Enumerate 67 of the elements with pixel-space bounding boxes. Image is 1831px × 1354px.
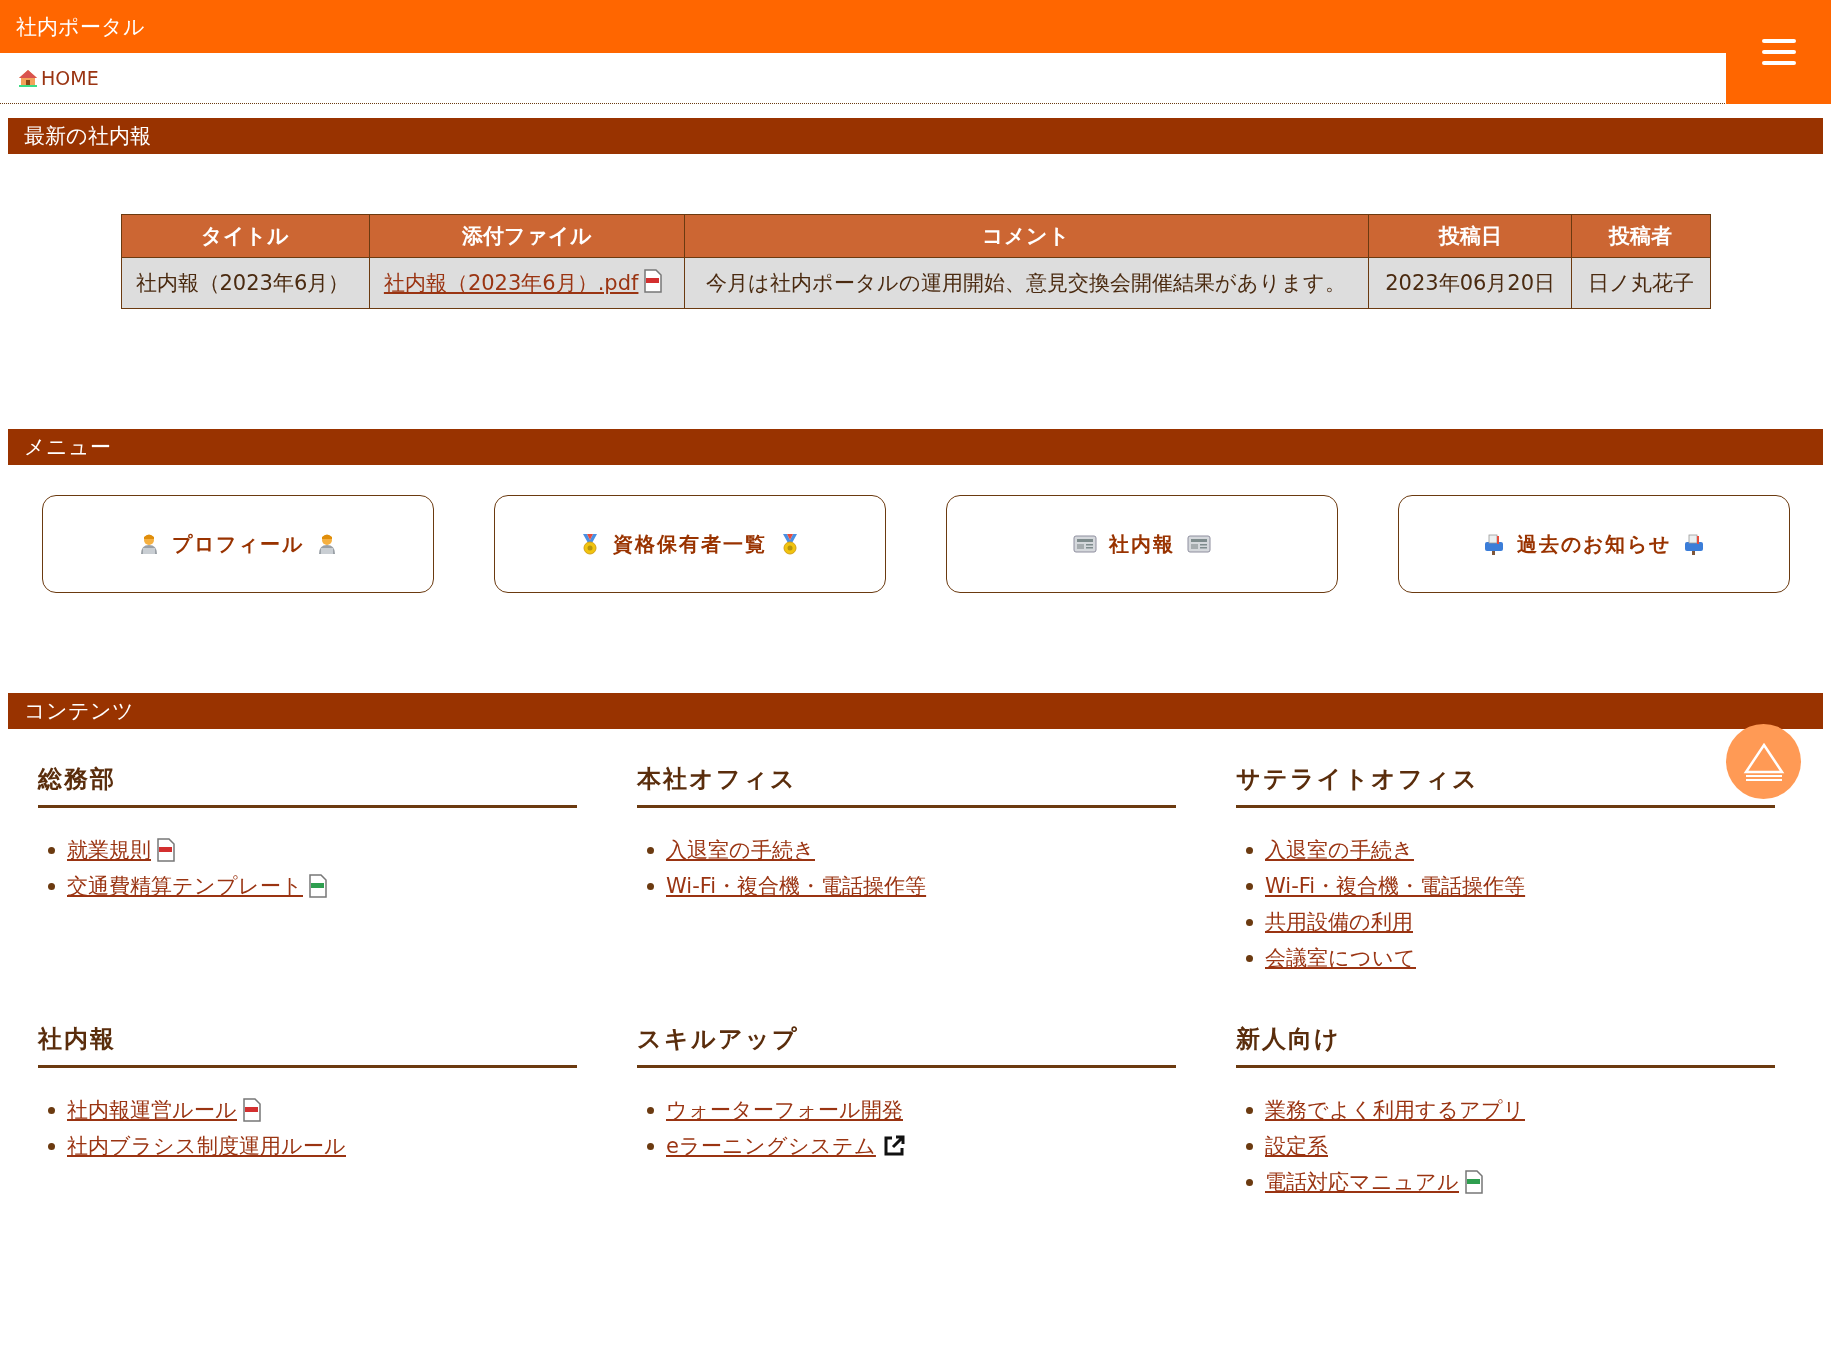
bullet-icon bbox=[647, 846, 654, 854]
bullet-icon bbox=[1246, 1178, 1253, 1186]
newspaper-icon bbox=[1073, 534, 1097, 554]
bullet-icon bbox=[1246, 846, 1253, 854]
menu-card-button[interactable]: 社内報 bbox=[946, 495, 1338, 593]
bullet-icon bbox=[48, 846, 55, 854]
table-cell: 2023年06月20日 bbox=[1368, 257, 1572, 309]
site-title: 社内ポータル bbox=[16, 13, 145, 41]
document-link[interactable]: Wi-Fi・複合機・電話操作等 bbox=[1265, 872, 1526, 900]
pdf-file-icon bbox=[644, 269, 663, 293]
bullet-icon bbox=[647, 882, 654, 890]
table-cell: 今月は社内ポータルの運用開始、意見交換会開催結果があります。 bbox=[684, 257, 1369, 309]
document-link[interactable]: 就業規則 bbox=[67, 836, 151, 864]
table-cell: 日ノ丸花子 bbox=[1571, 257, 1710, 309]
document-link[interactable]: ウォーターフォール開発 bbox=[666, 1096, 903, 1124]
category-heading: 本社オフィス bbox=[637, 749, 1176, 808]
bullet-icon bbox=[1246, 1142, 1253, 1150]
document-link[interactable]: 共用設備の利用 bbox=[1265, 908, 1413, 936]
mailbox-icon bbox=[1483, 533, 1505, 555]
menu-card-button[interactable]: 資格保有者一覧 bbox=[494, 495, 886, 593]
table-cell: 社内報（2023年6月） bbox=[121, 257, 370, 309]
column-header: 添付ファイル bbox=[369, 214, 684, 258]
document-link[interactable]: eラーニングシステム bbox=[666, 1132, 876, 1160]
menu-card-button[interactable]: プロフィール bbox=[42, 495, 434, 593]
person-laptop-icon bbox=[138, 533, 160, 555]
document-link[interactable]: Wi-Fi・複合機・電話操作等 bbox=[666, 872, 927, 900]
category-heading: 社内報 bbox=[38, 1009, 577, 1068]
column-header: 投稿日 bbox=[1368, 214, 1572, 258]
newspaper-icon bbox=[1187, 534, 1211, 554]
bullet-icon bbox=[48, 882, 55, 890]
document-link[interactable]: 交通費精算テンプレート bbox=[67, 872, 303, 900]
section-heading: メニュー bbox=[8, 429, 1823, 465]
home-link[interactable]: HOME bbox=[18, 67, 99, 89]
bullet-icon bbox=[1246, 882, 1253, 890]
document-link[interactable]: 社内ブラシス制度運用ルール bbox=[67, 1132, 346, 1160]
bullet-icon bbox=[48, 1106, 55, 1114]
spreadsheet-file-icon bbox=[309, 874, 327, 898]
bullet-icon bbox=[647, 1106, 654, 1114]
section-heading: 最新の社内報 bbox=[8, 118, 1823, 154]
category-heading: 総務部 bbox=[38, 749, 577, 808]
document-link[interactable]: 会議室について bbox=[1265, 944, 1416, 972]
pdf-file-icon bbox=[157, 838, 175, 862]
column-header: タイトル bbox=[121, 214, 370, 258]
bullet-icon bbox=[1246, 1106, 1253, 1114]
column-header: コメント bbox=[684, 214, 1369, 258]
bullet-icon bbox=[647, 1142, 654, 1150]
pdf-file-icon bbox=[243, 1098, 261, 1122]
menu-icon bbox=[1761, 38, 1796, 66]
column-header: 投稿者 bbox=[1571, 214, 1710, 258]
spreadsheet-file-icon bbox=[1465, 1170, 1483, 1194]
document-link[interactable]: 電話対応マニュアル bbox=[1265, 1168, 1459, 1196]
category-heading: スキルアップ bbox=[637, 1009, 1176, 1068]
document-link[interactable]: 業務でよく利用するアプリ bbox=[1265, 1096, 1525, 1124]
bullet-icon bbox=[48, 1142, 55, 1150]
person-laptop-icon bbox=[316, 533, 338, 555]
menu-card-button[interactable]: 過去のお知らせ bbox=[1398, 495, 1790, 593]
triangle-up-icon bbox=[1741, 741, 1786, 782]
category-heading: 新人向け bbox=[1236, 1009, 1775, 1068]
bullet-icon bbox=[1246, 954, 1253, 962]
mailbox-icon bbox=[1683, 533, 1705, 555]
section-heading: コンテンツ bbox=[8, 693, 1823, 729]
house-icon bbox=[18, 69, 38, 87]
document-link[interactable]: 設定系 bbox=[1265, 1132, 1328, 1160]
document-link[interactable]: 入退室の手続き bbox=[666, 836, 815, 864]
document-link[interactable]: 入退室の手続き bbox=[1265, 836, 1414, 864]
document-link[interactable]: 社内報運営ルール bbox=[67, 1096, 237, 1124]
bullet-icon bbox=[1246, 918, 1253, 926]
